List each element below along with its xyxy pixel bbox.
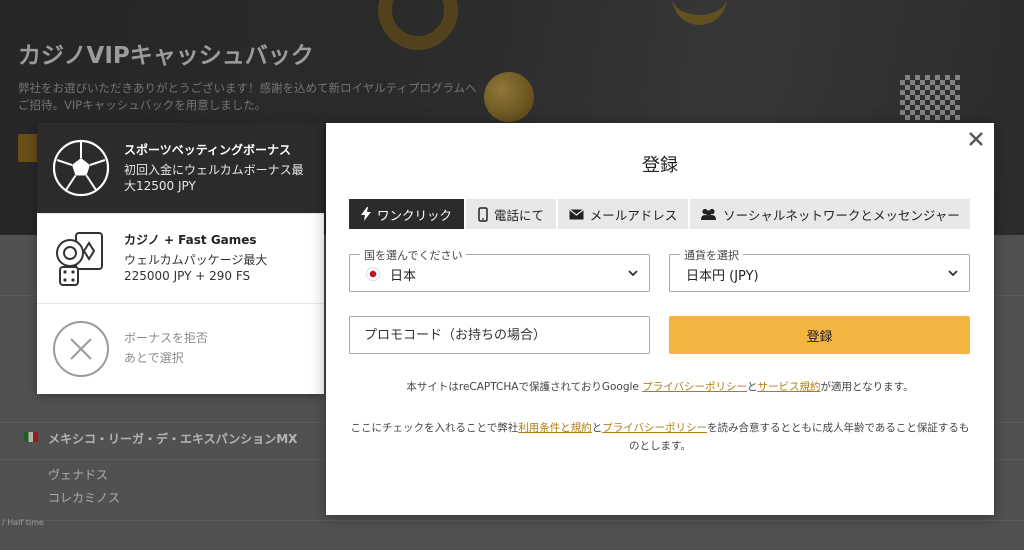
registration-tabs: ワンクリック 電話にて メールアドレス ソーシャルネットワークとメッセンジャー <box>349 199 970 229</box>
tab-one-click[interactable]: ワンクリック <box>349 199 464 229</box>
agreement-text: と <box>591 422 603 434</box>
close-button[interactable] <box>966 129 986 149</box>
bonus-option-sports[interactable]: スポーツベッティングボーナス 初回入金にウェルカムボーナス最大12500 JPY <box>37 123 324 213</box>
tab-label: ワンクリック <box>376 207 452 223</box>
country-select-value: 日本 <box>390 269 417 284</box>
bonus-panel: スポーツベッティングボーナス 初回入金にウェルカムボーナス最大12500 JPY… <box>37 123 324 394</box>
recaptcha-text: が適用となります。 <box>820 381 914 393</box>
tab-label: 電話にて <box>493 207 544 223</box>
envelope-icon <box>568 208 584 219</box>
lightning-icon <box>360 207 371 221</box>
recaptcha-text: 本サイトはreCAPTCHAで保護されておりGoogle <box>406 381 643 393</box>
currency-select[interactable]: 通貨を選択 日本円 (JPY) <box>669 247 970 292</box>
tab-email[interactable]: メールアドレス <box>558 199 688 229</box>
currency-select-value: 日本円 (JPY) <box>686 269 759 284</box>
casino-cards-icon <box>55 231 103 286</box>
users-icon <box>701 208 717 220</box>
currency-select-label: 通貨を選択 <box>680 247 743 263</box>
bonus-description: 初回入金にウェルカムボーナス最大12500 JPY <box>124 162 304 193</box>
register-button[interactable]: 登録 <box>669 316 970 354</box>
bonus-option-casino[interactable]: カジノ + Fast Games ウェルカムパッケージ最大225000 JPY … <box>37 213 324 303</box>
bonus-option-decline[interactable]: ボーナスを拒否 あとで選択 <box>37 303 324 393</box>
decline-x-icon <box>52 320 109 377</box>
terms-of-service-link[interactable]: サービス規約 <box>758 381 821 393</box>
agreement-notice: ここにチェックを入れることで弊社利用条件と規約とプライバシーポリシーを読み合意す… <box>348 419 972 455</box>
bonus-description: ウェルカムパッケージ最大225000 JPY + 290 FS <box>124 253 268 283</box>
bonus-title: スポーツベッティングボーナス <box>124 142 292 157</box>
recaptcha-notice: 本サイトはreCAPTCHAで保護されておりGoogle プライバシーポリシーと… <box>326 379 994 394</box>
country-select-label: 国を選んでください <box>360 247 467 263</box>
country-select[interactable]: 国を選んでください 日本 <box>349 247 650 292</box>
chevron-down-icon <box>948 270 958 277</box>
privacy-policy-link[interactable]: プライバシーポリシー <box>602 422 707 434</box>
close-icon <box>969 132 983 146</box>
agreement-text: ここにチェックを入れることで弊社 <box>350 422 519 434</box>
registration-modal: 登録 ワンクリック 電話にて メールアドレス ソーシャルネットワークとメッセンジ… <box>326 123 994 515</box>
soccer-ball-icon <box>52 139 109 197</box>
phone-icon <box>478 206 488 222</box>
privacy-policy-link[interactable]: プライバシーポリシー <box>642 381 747 393</box>
chevron-down-icon <box>628 270 638 277</box>
japan-flag-icon <box>366 267 380 281</box>
bonus-title: ボーナスを拒否 <box>124 331 209 345</box>
tab-phone[interactable]: 電話にて <box>466 199 556 229</box>
tab-label: メールアドレス <box>589 207 678 223</box>
tab-label: ソーシャルネットワークとメッセンジャー <box>723 207 960 223</box>
recaptcha-text: と <box>747 381 758 393</box>
bonus-title: カジノ + Fast Games <box>124 233 257 247</box>
promo-code-input[interactable] <box>349 316 650 354</box>
tab-social[interactable]: ソーシャルネットワークとメッセンジャー <box>690 199 970 229</box>
modal-title: 登録 <box>642 155 678 176</box>
bonus-description: あとで選択 <box>124 351 184 365</box>
terms-and-conditions-link[interactable]: 利用条件と規約 <box>518 422 592 434</box>
